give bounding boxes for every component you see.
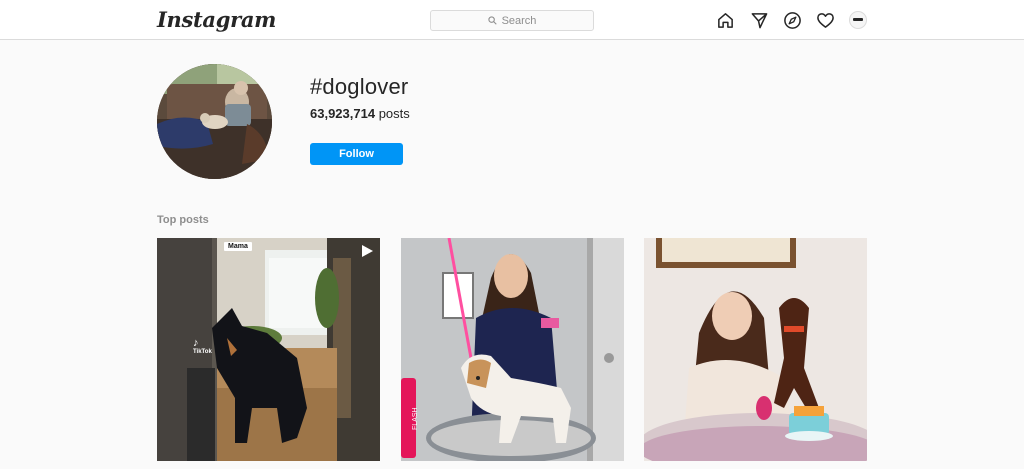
- top-posts-heading: Top posts: [157, 214, 209, 226]
- post-count: 63,923,714 posts: [310, 106, 410, 121]
- post-count-label: posts: [378, 106, 410, 121]
- direct-messages-icon[interactable]: [749, 10, 769, 30]
- follow-button[interactable]: Follow: [310, 143, 403, 165]
- post-1-thumbnail: [157, 238, 380, 461]
- top-navigation-bar: Instagram Search: [0, 0, 1024, 40]
- top-post-2[interactable]: FLASH: [401, 238, 624, 461]
- post-1-sticker: Mama: [224, 242, 252, 251]
- search-icon: [487, 16, 497, 25]
- post-3-thumbnail: [644, 238, 867, 461]
- tiktok-watermark: ♪ TikTok: [193, 338, 212, 356]
- post-2-can-text: FLASH: [412, 407, 419, 430]
- post-2-thumbnail: FLASH: [401, 238, 624, 461]
- activity-heart-icon[interactable]: [815, 10, 835, 30]
- video-play-icon: [362, 245, 373, 257]
- tiktok-icon: ♪: [193, 337, 199, 349]
- search-input[interactable]: Search: [430, 10, 594, 31]
- profile-avatar[interactable]: [849, 11, 867, 29]
- hashtag-cover-image: [157, 64, 272, 179]
- top-post-1[interactable]: Mama ♪ TikTok: [157, 238, 380, 461]
- hashtag-title: #doglover: [310, 74, 409, 99]
- search-placeholder: Search: [501, 14, 537, 27]
- tiktok-label: TikTok: [193, 349, 212, 355]
- post-count-value: 63,923,714: [310, 106, 376, 121]
- explore-icon[interactable]: [782, 10, 802, 30]
- home-icon[interactable]: [715, 10, 735, 30]
- instagram-logo[interactable]: Instagram: [157, 5, 276, 35]
- top-post-3[interactable]: [644, 238, 867, 461]
